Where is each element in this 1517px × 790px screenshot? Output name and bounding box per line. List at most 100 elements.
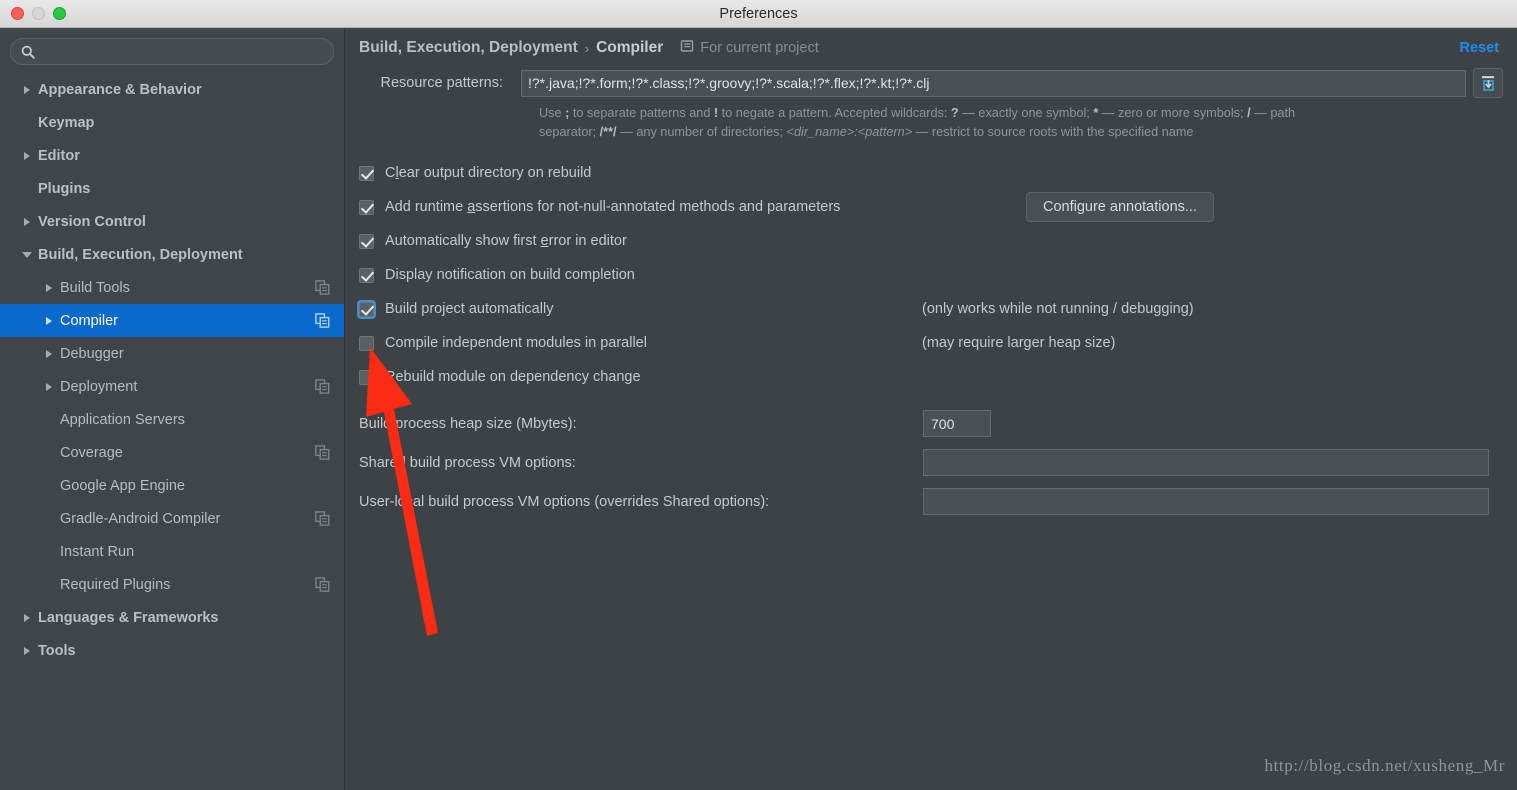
copy-settings-icon[interactable] — [315, 280, 330, 295]
compiler-checkbox-group: Clear output directory on rebuild Add run… — [345, 156, 1517, 394]
tree-expand-toggle[interactable] — [38, 349, 60, 358]
checkbox-row-add-runtime-assertions-for-not-null-annotated-methods-and-parameters: Add runtime assertions for not-null-anno… — [359, 190, 1517, 224]
sidebar-item-gradle-android-compiler[interactable]: Gradle-Android Compiler — [0, 502, 344, 535]
checkbox-label-compile-independent-modules-in-parallel[interactable]: Compile independent modules in parallel — [385, 335, 647, 351]
tree-expand-toggle[interactable] — [16, 646, 38, 655]
sidebar-item-plugins[interactable]: Plugins — [0, 172, 344, 205]
copy-settings-icon[interactable] — [315, 577, 330, 592]
sidebar-item-build-tools[interactable]: Build Tools — [0, 271, 344, 304]
field-row-shared-build-process-vm-options: Shared build process VM options: — [359, 443, 1503, 482]
checkbox-automatically-show-first-error-in-editor[interactable] — [359, 233, 374, 249]
sidebar-item-google-app-engine[interactable]: Google App Engine — [0, 469, 344, 502]
sidebar-item-deployment[interactable]: Deployment — [0, 370, 344, 403]
copy-settings-icon[interactable] — [315, 511, 330, 526]
tree-collapse-toggle[interactable] — [16, 251, 38, 258]
preferences-window: Preferences Appearance & Behavior Keymap E… — [0, 0, 1517, 790]
compiler-field-group: Build process heap size (Mbytes): Shared … — [345, 404, 1517, 521]
hint-text: to negate a pattern. Accepted wildcards: — [718, 106, 951, 120]
hint-text: to separate patterns and — [569, 106, 714, 120]
sidebar-item-version-control[interactable]: Version Control — [0, 205, 344, 238]
hint-text: — exactly one symbol; — [958, 106, 1094, 120]
sidebar-item-label: Plugins — [38, 180, 91, 197]
tree-expand-toggle[interactable] — [16, 613, 38, 622]
sidebar-item-label: Application Servers — [60, 411, 185, 428]
chevron-right-icon[interactable] — [46, 283, 52, 292]
sidebar-item-coverage[interactable]: Coverage — [0, 436, 344, 469]
field-input-user-local-build-process-vm-options-overrides-shared-options[interactable] — [923, 488, 1489, 515]
copy-settings-icon[interactable] — [315, 379, 330, 394]
project-scope: For current project — [680, 39, 819, 58]
field-input-shared-build-process-vm-options[interactable] — [923, 449, 1489, 476]
sidebar-item-label: Deployment — [60, 378, 138, 395]
chevron-right-icon[interactable] — [24, 85, 30, 94]
insert-value-icon[interactable] — [1473, 68, 1503, 98]
chevron-right-icon[interactable] — [24, 217, 30, 226]
tree-expand-toggle[interactable] — [16, 151, 38, 160]
sidebar-item-label: Version Control — [38, 213, 146, 230]
sidebar-item-editor[interactable]: Editor — [0, 139, 344, 172]
label-text: rror in editor — [548, 233, 627, 249]
copy-settings-icon[interactable] — [315, 445, 330, 460]
sidebar-item-application-servers[interactable]: Application Servers — [0, 403, 344, 436]
label-text: ear output directory on rebuild — [398, 165, 592, 181]
sidebar-item-required-plugins[interactable]: Required Plugins — [0, 568, 344, 601]
checkbox-label-clear-output-directory-on-rebuild[interactable]: Clear output directory on rebuild — [385, 165, 591, 181]
sidebar-item-label: Gradle-Android Compiler — [60, 510, 221, 527]
tree-expand-toggle[interactable] — [16, 217, 38, 226]
chevron-right-icon[interactable] — [24, 613, 30, 622]
sidebar-item-build-execution-deployment[interactable]: Build, Execution, Deployment — [0, 238, 344, 271]
project-scope-label: For current project — [700, 40, 819, 56]
hint-globstar: /**/ — [599, 125, 617, 139]
tree-expand-toggle[interactable] — [38, 382, 60, 391]
checkbox-label-build-project-automatically[interactable]: Build project automatically — [385, 301, 553, 317]
label-text: C — [385, 165, 396, 181]
breadcrumb-root[interactable]: Build, Execution, Deployment — [359, 39, 578, 57]
sidebar-item-keymap[interactable]: Keymap — [0, 106, 344, 139]
configure-annotations-button[interactable]: Configure annotations... — [1026, 192, 1214, 222]
chevron-right-icon[interactable] — [46, 382, 52, 391]
checkbox-display-notification-on-build-completion[interactable] — [359, 267, 374, 283]
resource-patterns-input[interactable] — [521, 69, 1466, 97]
sidebar-item-compiler[interactable]: Compiler — [0, 304, 344, 337]
sidebar-item-instant-run[interactable]: Instant Run — [0, 535, 344, 568]
checkbox-label-rebuild-module-on-dependency-change[interactable]: Rebuild module on dependency change — [385, 369, 641, 385]
tree-expand-toggle[interactable] — [16, 85, 38, 94]
chevron-right-icon[interactable] — [24, 646, 30, 655]
sidebar-item-languages-frameworks[interactable]: Languages & Frameworks — [0, 601, 344, 634]
hint-text: — zero or more symbols; — [1098, 106, 1248, 120]
checkbox-note-compile-independent-modules-in-parallel: (may require larger heap size) — [922, 335, 1116, 351]
breadcrumb-current: Compiler — [596, 39, 664, 56]
checkbox-label-add-runtime-assertions-for-not-null-annotated-methods-and-parameters[interactable]: Add runtime assertions for not-null-anno… — [385, 199, 840, 215]
chevron-right-icon[interactable] — [46, 316, 52, 325]
sidebar-item-label: Debugger — [60, 345, 124, 362]
checkbox-label-display-notification-on-build-completion[interactable]: Display notification on build completion — [385, 267, 635, 283]
checkbox-label-automatically-show-first-error-in-editor[interactable]: Automatically show first error in editor — [385, 233, 627, 249]
chevron-down-icon[interactable] — [22, 251, 32, 258]
reset-button[interactable]: Reset — [1460, 40, 1500, 56]
field-label-build-process-heap-size-mbytes: Build process heap size (Mbytes): — [359, 415, 577, 432]
sidebar-item-label: Appearance & Behavior — [38, 81, 202, 98]
copy-settings-icon[interactable] — [315, 313, 330, 328]
checkbox-compile-independent-modules-in-parallel[interactable] — [359, 335, 374, 351]
hint-text: — restrict to source roots with the spec… — [912, 125, 1194, 139]
checkbox-add-runtime-assertions-for-not-null-annotated-methods-and-parameters[interactable] — [359, 199, 374, 215]
tree-expand-toggle[interactable] — [38, 283, 60, 292]
search-box[interactable] — [10, 38, 334, 65]
checkbox-build-project-automatically[interactable] — [359, 301, 374, 317]
sidebar-item-appearance-behavior[interactable]: Appearance & Behavior — [0, 73, 344, 106]
window-titlebar: Preferences — [0, 0, 1517, 28]
sidebar-item-debugger[interactable]: Debugger — [0, 337, 344, 370]
breadcrumb-separator-icon: › — [584, 40, 590, 56]
tree-expand-toggle[interactable] — [38, 316, 60, 325]
resource-patterns-row: Resource patterns: — [345, 68, 1517, 98]
checkbox-rebuild-module-on-dependency-change[interactable] — [359, 369, 374, 385]
search-input[interactable] — [42, 43, 323, 60]
checkbox-clear-output-directory-on-rebuild[interactable] — [359, 165, 374, 181]
label-text: Build project automatically — [385, 301, 554, 317]
chevron-right-icon[interactable] — [24, 151, 30, 160]
sidebar-item-tools[interactable]: Tools — [0, 634, 344, 667]
label-text: ssertions for not-null-annotated methods… — [475, 199, 841, 215]
sidebar-item-label: Editor — [38, 147, 80, 164]
chevron-right-icon[interactable] — [46, 349, 52, 358]
field-input-build-process-heap-size-mbytes[interactable] — [923, 410, 991, 437]
